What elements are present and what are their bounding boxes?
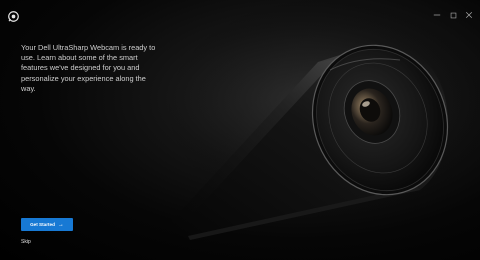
webcam-logo-icon bbox=[8, 9, 19, 22]
get-started-button[interactable]: Get Started → bbox=[21, 218, 73, 231]
window-controls bbox=[432, 10, 474, 20]
setup-window: Your Dell UltraSharp Webcam is ready to … bbox=[0, 0, 480, 260]
close-button[interactable] bbox=[464, 10, 474, 20]
intro-text: Your Dell UltraSharp Webcam is ready to … bbox=[21, 43, 156, 93]
maximize-icon bbox=[450, 12, 456, 18]
maximize-button[interactable] bbox=[448, 10, 458, 20]
minimize-button[interactable] bbox=[432, 10, 442, 20]
arrow-right-icon: → bbox=[57, 221, 64, 228]
close-icon bbox=[465, 11, 473, 19]
minimize-icon bbox=[433, 14, 441, 16]
get-started-label: Get Started bbox=[30, 222, 55, 227]
skip-link[interactable]: Skip bbox=[21, 239, 31, 245]
